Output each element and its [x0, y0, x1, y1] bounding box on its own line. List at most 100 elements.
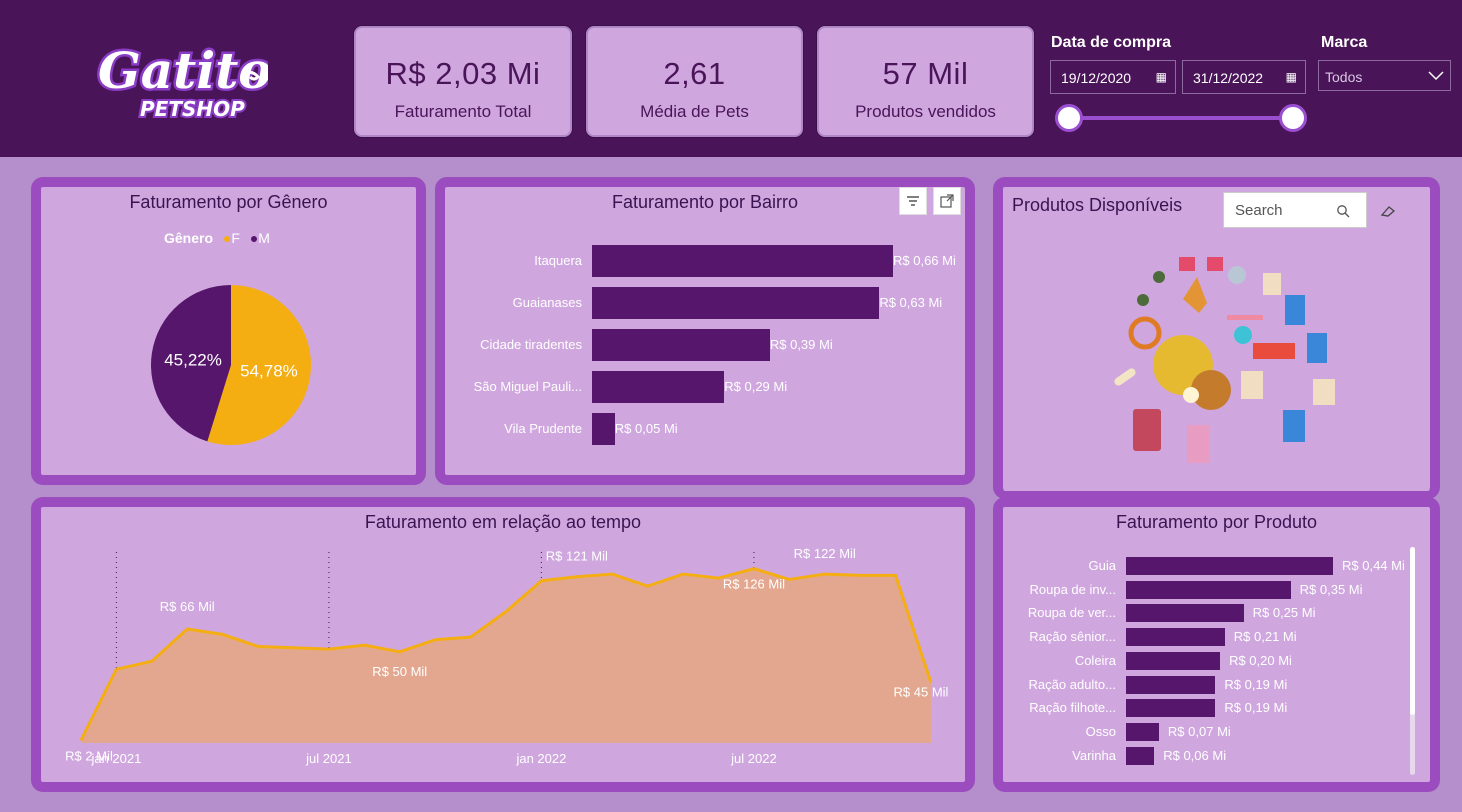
bar[interactable]	[592, 329, 770, 361]
gift-icon	[1179, 257, 1195, 271]
x-tick-label: jul 2022	[730, 751, 777, 766]
svg-text:Gatito: Gatito	[98, 41, 268, 100]
date-slider-track[interactable]	[1069, 116, 1293, 120]
bar-value-label: R$ 0,66 Mi	[893, 253, 956, 268]
food-bag-blue-icon	[1285, 295, 1305, 325]
bar[interactable]	[1126, 557, 1333, 575]
bar-value-label: R$ 0,35 Mi	[1299, 581, 1363, 597]
x-tick-label: jul 2021	[305, 751, 352, 766]
produto-bar-chart: Guia R$ 0,44 Mi Roupa de inv... R$ 0,35 Mi R…	[1003, 507, 1413, 782]
bar-value-label: R$ 0,63 Mi	[879, 295, 943, 310]
area-fill	[81, 568, 931, 743]
gift-icon	[1207, 257, 1223, 271]
bar[interactable]	[592, 413, 615, 445]
date-slider-start-handle[interactable]	[1055, 104, 1083, 132]
bar[interactable]	[1126, 651, 1221, 670]
bar[interactable]	[592, 245, 893, 277]
panel-produtos-disponiveis: Produtos Disponíveis Search	[993, 177, 1440, 499]
products-image-cloud	[1114, 257, 1335, 463]
bar-category-label: Guaianases	[512, 295, 582, 310]
cat-face-icon	[1183, 387, 1199, 403]
date-end-value: 31/12/2022	[1193, 70, 1264, 86]
calendar-icon[interactable]: ▦	[1286, 70, 1297, 84]
bar[interactable]	[1126, 604, 1244, 623]
bar-value-label: R$ 0,44 Mi	[1342, 558, 1405, 573]
brand-filter-title: Marca	[1321, 34, 1368, 51]
kpi-value: 2,61	[663, 56, 726, 91]
bar[interactable]	[1126, 699, 1216, 718]
bar[interactable]	[1126, 746, 1155, 765]
bar[interactable]	[1126, 628, 1225, 647]
bar-value-label: R$ 0,20 Mi	[1229, 652, 1292, 668]
bar-category-label: São Miguel Pauli...	[473, 379, 582, 394]
pie-legend: Gênero ●F ●M	[164, 230, 270, 246]
bar-category-label: Varinha	[1072, 747, 1116, 763]
bar[interactable]	[1126, 722, 1159, 741]
gatito-logo: Gatito PETSHOP	[96, 39, 269, 124]
panel-faturamento-bairro: Faturamento por Bairro Itaquera R$ 0,66 M…	[435, 177, 975, 485]
panel-faturamento-genero: Faturamento por Gênero Gênero ●F ●M 54,7…	[31, 177, 426, 485]
bairro-bar-chart: Itaquera R$ 0,66 Mi Guaianases R$ 0,63 Mi Ci…	[445, 187, 965, 475]
data-label: R$ 45 Mil	[894, 685, 949, 700]
dog-leash-icon	[1183, 277, 1207, 313]
bar-category-label: Ração sênior...	[1029, 629, 1116, 645]
panel-title: Faturamento por Gênero	[129, 192, 328, 212]
kpi-label: Produtos vendidos	[855, 102, 996, 121]
kpi-card-produtos-vendidos[interactable]: 57 Mil Produtos vendidos	[817, 26, 1034, 137]
kpi-label: Média de Pets	[640, 102, 749, 121]
pie-chart: 54,78% 45,22%	[150, 285, 311, 445]
kpi-label: Faturamento Total	[394, 102, 532, 121]
area-chart: jan 2021 jul 2021 jan 2022 jul 2022R$ 2 Mil…	[65, 546, 949, 766]
brand-dropdown[interactable]: Todos	[1318, 60, 1451, 91]
bar-category-label: Itaquera	[534, 253, 582, 268]
bar-category-label: Guia	[1088, 558, 1116, 573]
pink-collar-icon	[1227, 315, 1263, 320]
panel-title: Produtos Disponíveis	[1012, 195, 1183, 215]
kpi-card-media-pets[interactable]: 2,61 Média de Pets	[586, 26, 803, 137]
data-label: R$ 121 Mil	[546, 549, 608, 564]
scrollbar-thumb[interactable]	[1410, 547, 1415, 715]
plush-toy-icon	[1153, 271, 1165, 283]
bar[interactable]	[592, 287, 880, 319]
legend-title: Gênero	[164, 230, 214, 246]
collar-red-icon	[1253, 343, 1295, 359]
bar-value-label: R$ 0,05 Mi	[614, 421, 678, 436]
pie-value-label: 45,22%	[164, 350, 222, 369]
bar-value-label: R$ 0,07 Mi	[1167, 723, 1231, 739]
eraser-icon[interactable]	[1380, 204, 1398, 218]
bar-value-label: R$ 0,25 Mi	[1252, 605, 1316, 621]
panel-faturamento-produto: Faturamento por Produto Guia R$ 0,44 Mi Ro…	[993, 497, 1440, 792]
bar-value-label: R$ 0,06 Mi	[1163, 747, 1227, 763]
bar-category-label: Vila Prudente	[504, 421, 582, 436]
search-input[interactable]: Search	[1223, 192, 1367, 228]
bar[interactable]	[1126, 675, 1216, 694]
bar[interactable]	[1126, 580, 1291, 599]
bar-category-label: Osso	[1085, 723, 1116, 739]
bar[interactable]	[592, 371, 725, 403]
chevron-down-icon	[1428, 71, 1444, 81]
pie-value-label: 54,78%	[240, 362, 298, 381]
scrollbar-track[interactable]	[1410, 547, 1415, 775]
kpi-card-faturamento[interactable]: R$ 2,03 Mi Faturamento Total	[354, 26, 572, 137]
data-label: R$ 126 Mil	[723, 577, 785, 592]
bar-value-label: R$ 0,21 Mi	[1233, 629, 1297, 645]
data-label: R$ 66 Mil	[160, 599, 215, 614]
date-start-input[interactable]: 19/12/2020 ▦	[1050, 60, 1176, 94]
date-end-input[interactable]: 31/12/2022 ▦	[1182, 60, 1306, 94]
data-label: R$ 122 Mil	[794, 546, 856, 561]
bar-value-label: R$ 0,19 Mi	[1224, 700, 1288, 716]
food-bag-blue-icon	[1307, 333, 1327, 363]
kpi-value: R$ 2,03 Mi	[385, 56, 541, 91]
date-slider-end-handle[interactable]	[1279, 104, 1307, 132]
bar-category-label: Ração filhote...	[1029, 700, 1116, 716]
calendar-icon[interactable]: ▦	[1156, 70, 1167, 84]
svg-text:PETSHOP: PETSHOP	[140, 97, 245, 121]
treat-box-icon	[1263, 273, 1281, 295]
legend-label-f[interactable]: F	[231, 230, 240, 246]
bar-category-label: Roupa de ver...	[1027, 605, 1116, 621]
legend-label-m[interactable]: M	[258, 230, 270, 246]
food-bag-blue-icon	[1283, 410, 1305, 442]
search-placeholder: Search	[1235, 202, 1283, 219]
treat-box-icon	[1313, 379, 1335, 405]
bar-value-label: R$ 0,39 Mi	[769, 337, 833, 352]
